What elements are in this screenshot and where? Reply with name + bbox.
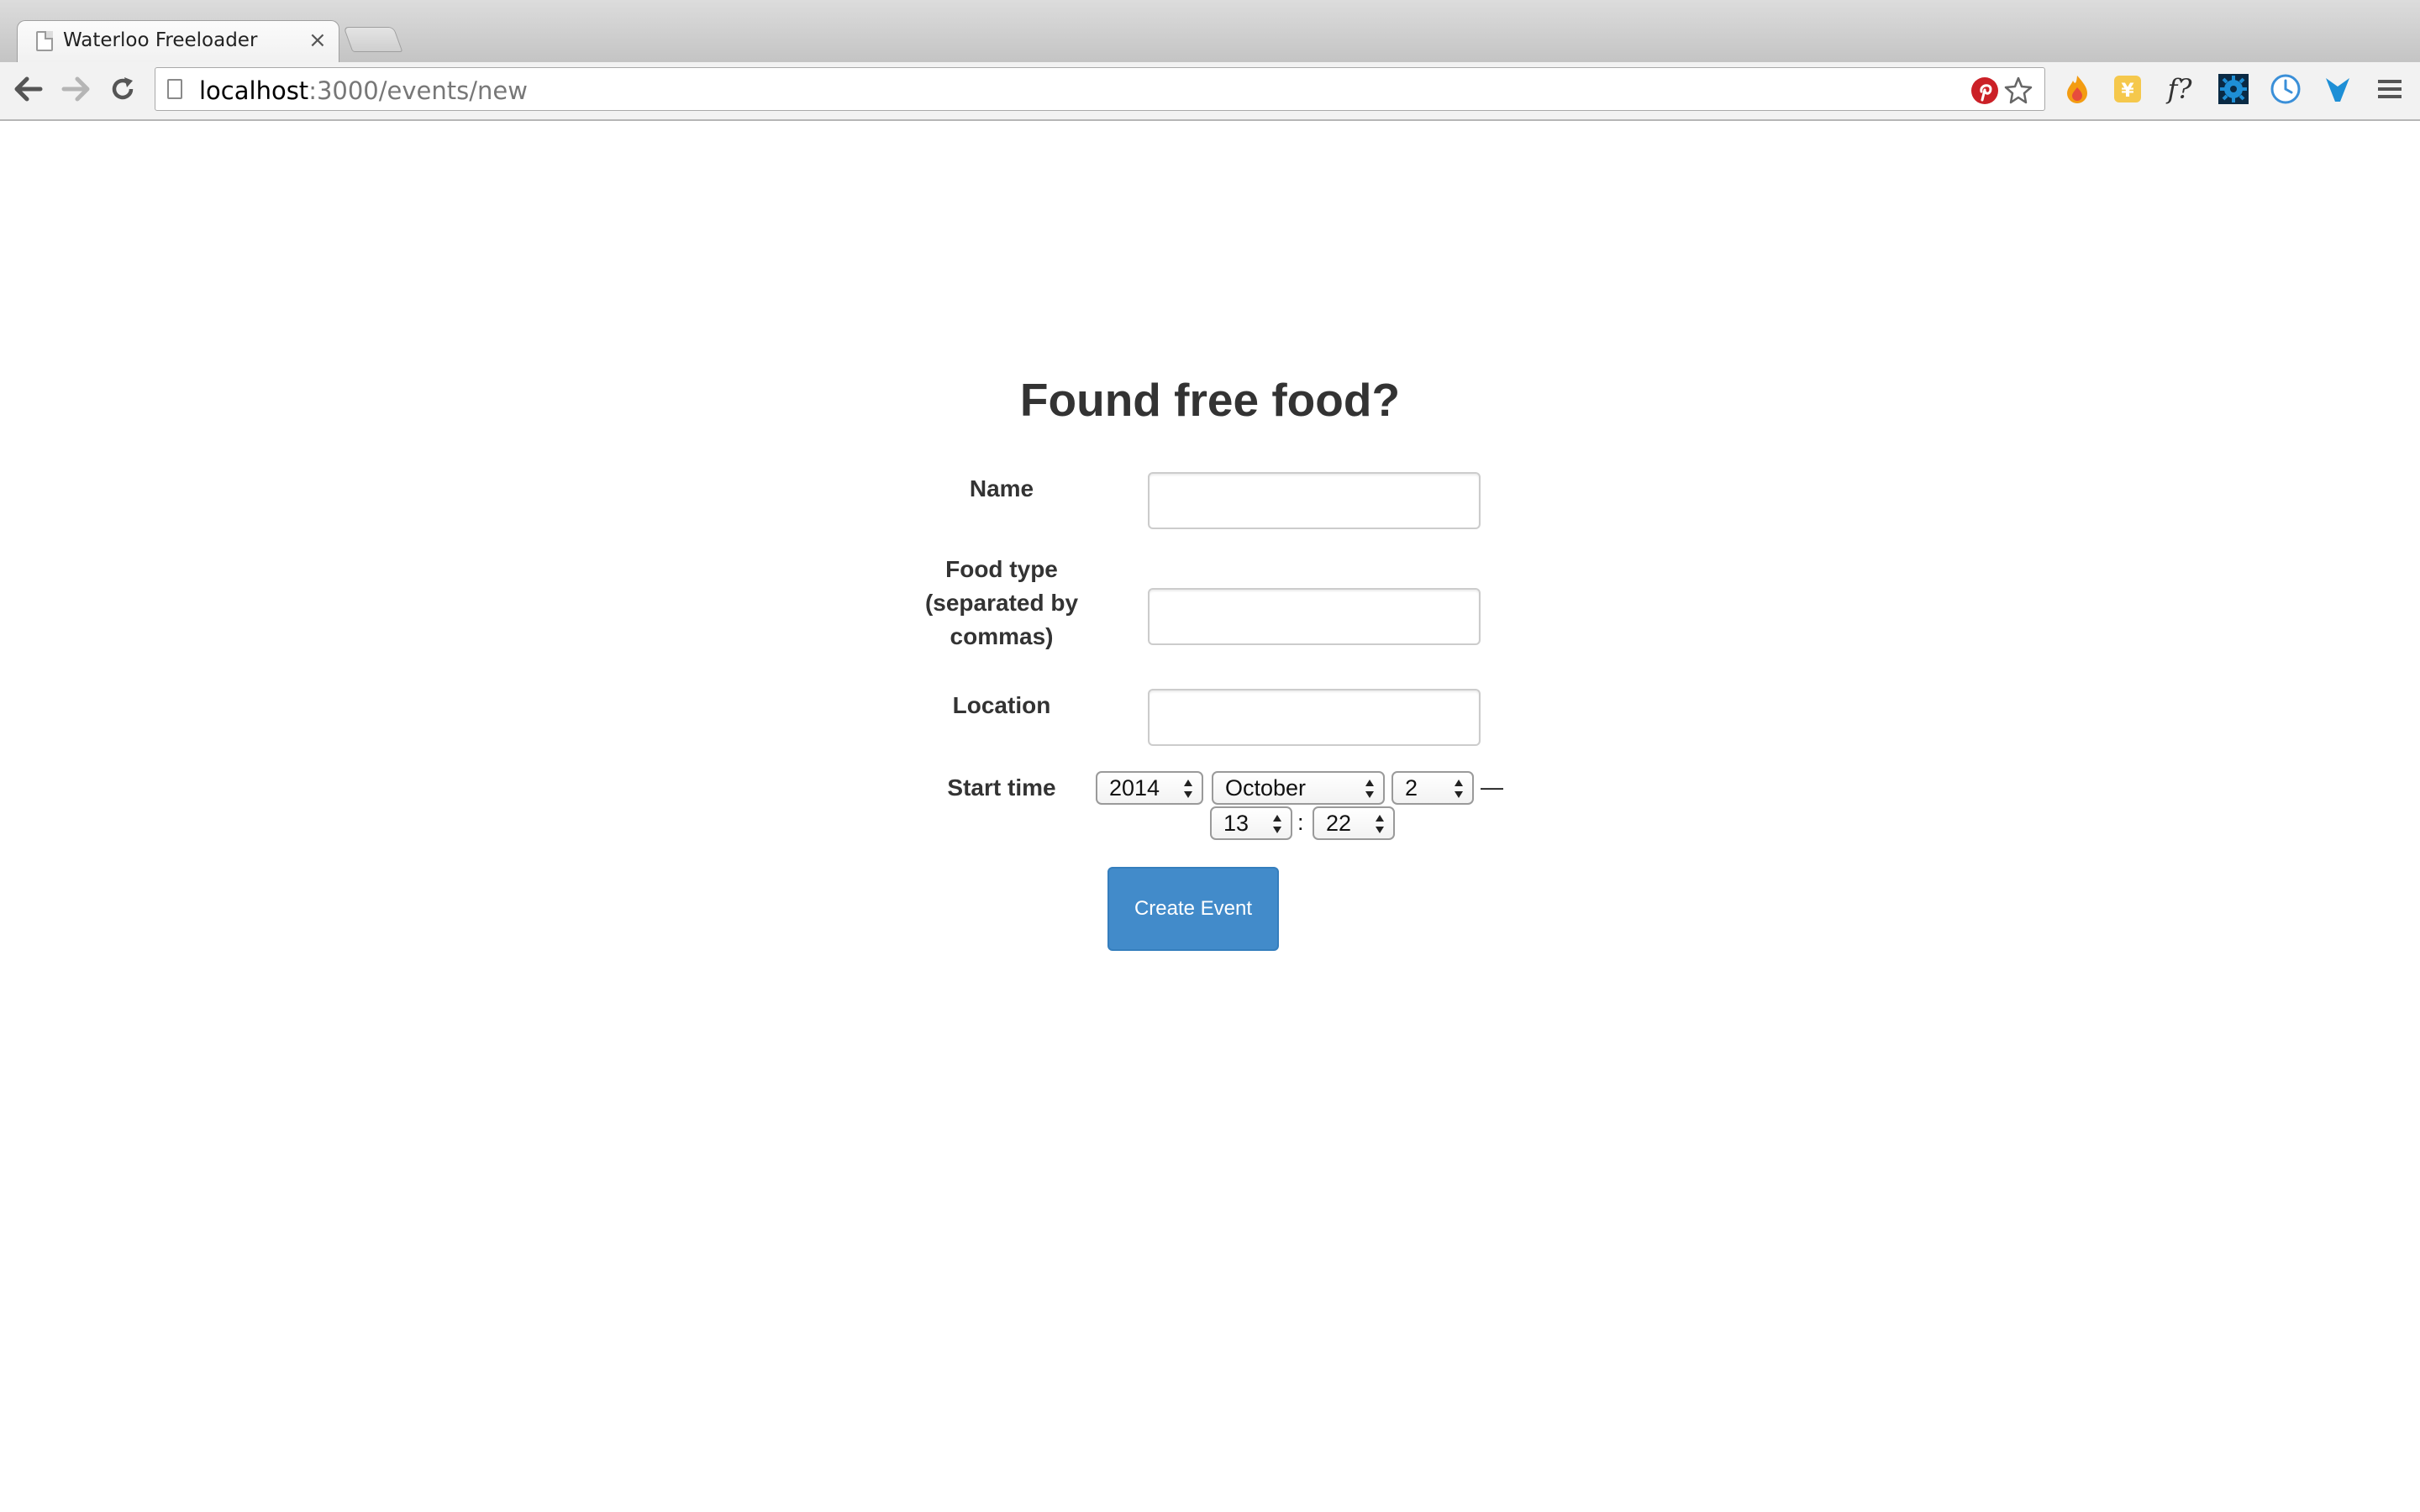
yen-icon[interactable]: ¥ — [2109, 71, 2146, 108]
year-select[interactable]: 2014 — [1096, 771, 1203, 805]
arrow-left-icon — [14, 76, 43, 102]
start-time-label: Start time — [947, 774, 1056, 801]
name-input[interactable] — [1148, 472, 1481, 529]
tab-title: Waterloo Freeloader — [63, 29, 258, 51]
date-time-separator: — — [1481, 774, 1503, 800]
day-select[interactable]: 2 — [1392, 771, 1474, 805]
reload-button[interactable] — [104, 71, 141, 108]
browser-toolbar: localhost:3000/events/new ¥ f? — [0, 62, 2420, 121]
fire-icon[interactable] — [2059, 71, 2096, 108]
month-select-value: October — [1225, 775, 1307, 801]
back-button[interactable] — [10, 71, 47, 108]
food-type-label-line: commas) — [950, 623, 1054, 649]
pinterest-icon[interactable] — [1970, 76, 1999, 105]
url-text: localhost:3000/events/new — [199, 76, 528, 105]
bookmark-star-icon[interactable] — [2004, 76, 2033, 105]
food-type-label: Food type (separated by commas) — [908, 553, 1096, 654]
v-icon[interactable] — [2319, 71, 2356, 108]
close-tab-icon[interactable]: × — [308, 28, 327, 53]
new-tab-button[interactable] — [343, 27, 403, 52]
select-arrows-icon — [1376, 815, 1384, 833]
page-icon — [167, 79, 182, 99]
gear-icon[interactable] — [2215, 71, 2252, 108]
url-host: localhost — [199, 76, 309, 105]
select-arrows-icon — [1184, 780, 1192, 798]
tab-strip: Waterloo Freeloader × — [0, 0, 2420, 62]
month-select[interactable]: October — [1212, 771, 1385, 805]
create-event-button[interactable]: Create Event — [1107, 867, 1279, 951]
hour-select[interactable]: 13 — [1210, 806, 1292, 840]
clock-icon[interactable] — [2267, 71, 2304, 108]
minute-select-value: 22 — [1326, 811, 1352, 836]
food-type-input[interactable] — [1148, 588, 1481, 645]
browser-tab[interactable]: Waterloo Freeloader × — [17, 20, 339, 62]
page-title: Found free food? — [1019, 374, 1401, 426]
reload-icon — [112, 77, 134, 100]
day-select-value: 2 — [1405, 775, 1418, 801]
formula-icon[interactable]: f? — [2161, 71, 2198, 108]
time-separator: : — [1297, 810, 1304, 835]
year-select-value: 2014 — [1109, 775, 1160, 801]
select-arrows-icon — [1365, 780, 1374, 798]
food-type-label-line: Food type — [945, 556, 1058, 582]
forward-button[interactable] — [57, 71, 94, 108]
svg-text:f?: f? — [2166, 73, 2193, 105]
name-label: Name — [969, 475, 1034, 501]
url-path: :3000/events/new — [308, 76, 528, 105]
select-arrows-icon — [1273, 815, 1281, 833]
minute-select[interactable]: 22 — [1313, 806, 1395, 840]
food-type-label-line: (separated by — [924, 590, 1079, 616]
arrow-right-icon — [61, 76, 90, 102]
hour-select-value: 13 — [1223, 811, 1249, 836]
svg-text:¥: ¥ — [2121, 81, 2134, 102]
location-input[interactable] — [1148, 689, 1481, 746]
location-label: Location — [952, 692, 1051, 718]
hamburger-menu-icon[interactable] — [2371, 71, 2408, 108]
select-arrows-icon — [1455, 780, 1463, 798]
address-bar[interactable]: localhost:3000/events/new — [155, 67, 2045, 111]
page-favicon-icon — [36, 31, 53, 51]
